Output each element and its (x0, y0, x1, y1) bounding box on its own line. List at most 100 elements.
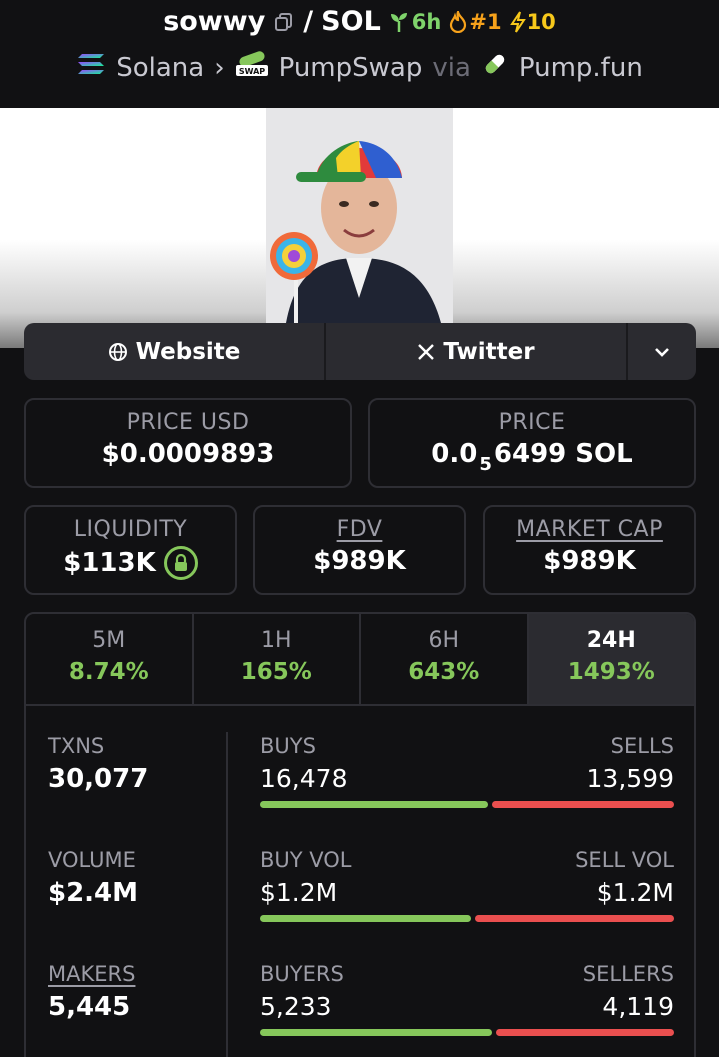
pair-separator: / (303, 6, 314, 37)
trending-rank: #1 (469, 9, 502, 34)
volume-ratio-bar (260, 915, 674, 922)
website-button[interactable]: Website (24, 323, 326, 380)
tab-label: 24H (586, 628, 636, 653)
globe-icon (108, 342, 127, 361)
volume-value: $2.4M (48, 878, 139, 908)
pair-header: sowwy / SOL 6h #1 10 Solana › SWAP PumpS… (0, 0, 719, 108)
sell-share-bar (491, 801, 674, 808)
pair-title-row: sowwy / SOL 6h #1 10 (0, 6, 719, 37)
chevron-right-icon: › (214, 52, 225, 83)
buy-vol-value: $1.2M (260, 878, 338, 907)
buyers-share-bar (260, 1029, 492, 1036)
makers-metric[interactable]: MAKERS 5,445 (48, 962, 135, 1022)
buyers-ratio-bar (260, 1029, 674, 1036)
price-usd-label: PRICE USD (126, 410, 250, 435)
boost-badge[interactable]: 10 (509, 9, 556, 34)
social-links-bar: Website Twitter (24, 323, 696, 380)
tab-6h[interactable]: 6H 643% (361, 614, 529, 704)
buys-label: BUYS (260, 734, 316, 758)
x-logo-icon (418, 343, 435, 360)
solana-icon (76, 52, 106, 83)
price-native-label: PRICE (498, 410, 566, 435)
stats-panel: 5M 8.74% 1H 165% 6H 643% 24H 1493% TXNS … (24, 612, 696, 1057)
buy-vol-label: BUY VOL (260, 848, 352, 872)
txns-label: TXNS (48, 734, 105, 758)
launchpad-link[interactable]: Pump.fun (519, 53, 643, 83)
price-native-box: PRICE 0.0 5 6499 SOL (368, 398, 696, 488)
fdv-value: $989K (313, 546, 406, 576)
twitter-label: Twitter (443, 338, 535, 365)
dex-link[interactable]: PumpSwap (279, 53, 423, 83)
price-native-prefix: 0.0 (431, 439, 478, 469)
website-label: Website (135, 338, 241, 365)
tab-change: 1493% (567, 659, 655, 685)
volume-split-metric: BUY VOL SELL VOL $1.2M $1.2M (260, 848, 674, 922)
tab-label: 1H (260, 628, 292, 653)
fdv-box[interactable]: FDV $989K (253, 505, 466, 595)
token-name: sowwy (163, 6, 266, 37)
price-native-rest: 6499 SOL (493, 439, 633, 469)
tab-change: 8.74% (68, 659, 149, 685)
market-cap-box[interactable]: MARKET CAP $989K (483, 505, 696, 595)
tab-5m[interactable]: 5M 8.74% (26, 614, 194, 704)
dex-badge-text: SWAP (238, 67, 264, 76)
sellers-value: 4,119 (602, 992, 674, 1021)
seedling-icon (390, 12, 407, 32)
liquidity-box: LIQUIDITY $113K (24, 505, 237, 595)
lightning-icon (509, 10, 526, 33)
chevron-down-icon (655, 347, 669, 357)
buyers-value: 5,233 (260, 992, 332, 1021)
flame-icon (450, 10, 467, 33)
volume-label: VOLUME (48, 848, 136, 872)
tab-change: 643% (408, 659, 480, 685)
liquidity-label: LIQUIDITY (73, 517, 188, 542)
fdv-label[interactable]: FDV (255, 517, 464, 542)
quote-symbol: SOL (321, 6, 381, 37)
buyers-label: BUYERS (260, 962, 344, 986)
price-usd-box: PRICE USD $0.0009893 (24, 398, 352, 488)
buy-share-bar (260, 801, 488, 808)
txns-value: 30,077 (48, 764, 149, 794)
trending-rank-badge[interactable]: #1 (449, 9, 502, 34)
sells-value: 13,599 (586, 764, 674, 793)
token-image (266, 108, 453, 323)
chain-link[interactable]: Solana (116, 53, 204, 83)
market-cap-value: $989K (543, 546, 636, 576)
txns-metric: TXNS 30,077 (48, 734, 148, 794)
makers-label[interactable]: MAKERS (48, 962, 135, 986)
buys-sells-metric: BUYS SELLS 16,478 13,599 (260, 734, 674, 808)
sells-label: SELLS (610, 734, 674, 758)
sell-vol-value: $1.2M (596, 878, 674, 907)
pair-age: 6h (411, 9, 442, 34)
makers-value: 5,445 (48, 992, 131, 1022)
tab-label: 5M (92, 628, 126, 653)
lock-icon[interactable] (163, 546, 198, 580)
twitter-button[interactable]: Twitter (326, 323, 628, 380)
market-cap-label[interactable]: MARKET CAP (485, 517, 694, 542)
buys-sells-ratio-bar (260, 801, 674, 808)
price-usd-value: $0.0009893 (101, 439, 275, 469)
buyers-sellers-metric: BUYERS SELLERS 5,233 4,119 (260, 962, 674, 1036)
tab-change: 165% (240, 659, 312, 685)
copy-icon[interactable] (273, 11, 295, 33)
liquidity-value: $113K (63, 548, 156, 578)
pair-age-badge: 6h (389, 9, 442, 34)
pumpswap-icon: SWAP (235, 50, 269, 85)
volume-metric: VOLUME $2.4M (48, 848, 138, 908)
boost-count: 10 (526, 9, 556, 34)
tab-label: 6H (428, 628, 460, 653)
sell-vol-label: SELL VOL (575, 848, 674, 872)
pill-icon (481, 50, 509, 85)
tab-1h[interactable]: 1H 165% (194, 614, 361, 704)
via-label: via (432, 52, 471, 83)
sellers-label: SELLERS (582, 962, 674, 986)
sellers-share-bar (495, 1029, 674, 1036)
breadcrumb: Solana › SWAP PumpSwap via Pump.fun (0, 50, 719, 85)
buy-vol-share-bar (260, 915, 472, 922)
timeframe-tabs: 5M 8.74% 1H 165% 6H 643% 24H 1493% (26, 614, 694, 706)
more-links-dropdown[interactable] (628, 323, 696, 380)
buys-value: 16,478 (260, 764, 348, 793)
sell-vol-share-bar (475, 915, 674, 922)
tab-24h[interactable]: 24H 1493% (528, 614, 694, 704)
price-native-subscript: 5 (479, 453, 492, 475)
